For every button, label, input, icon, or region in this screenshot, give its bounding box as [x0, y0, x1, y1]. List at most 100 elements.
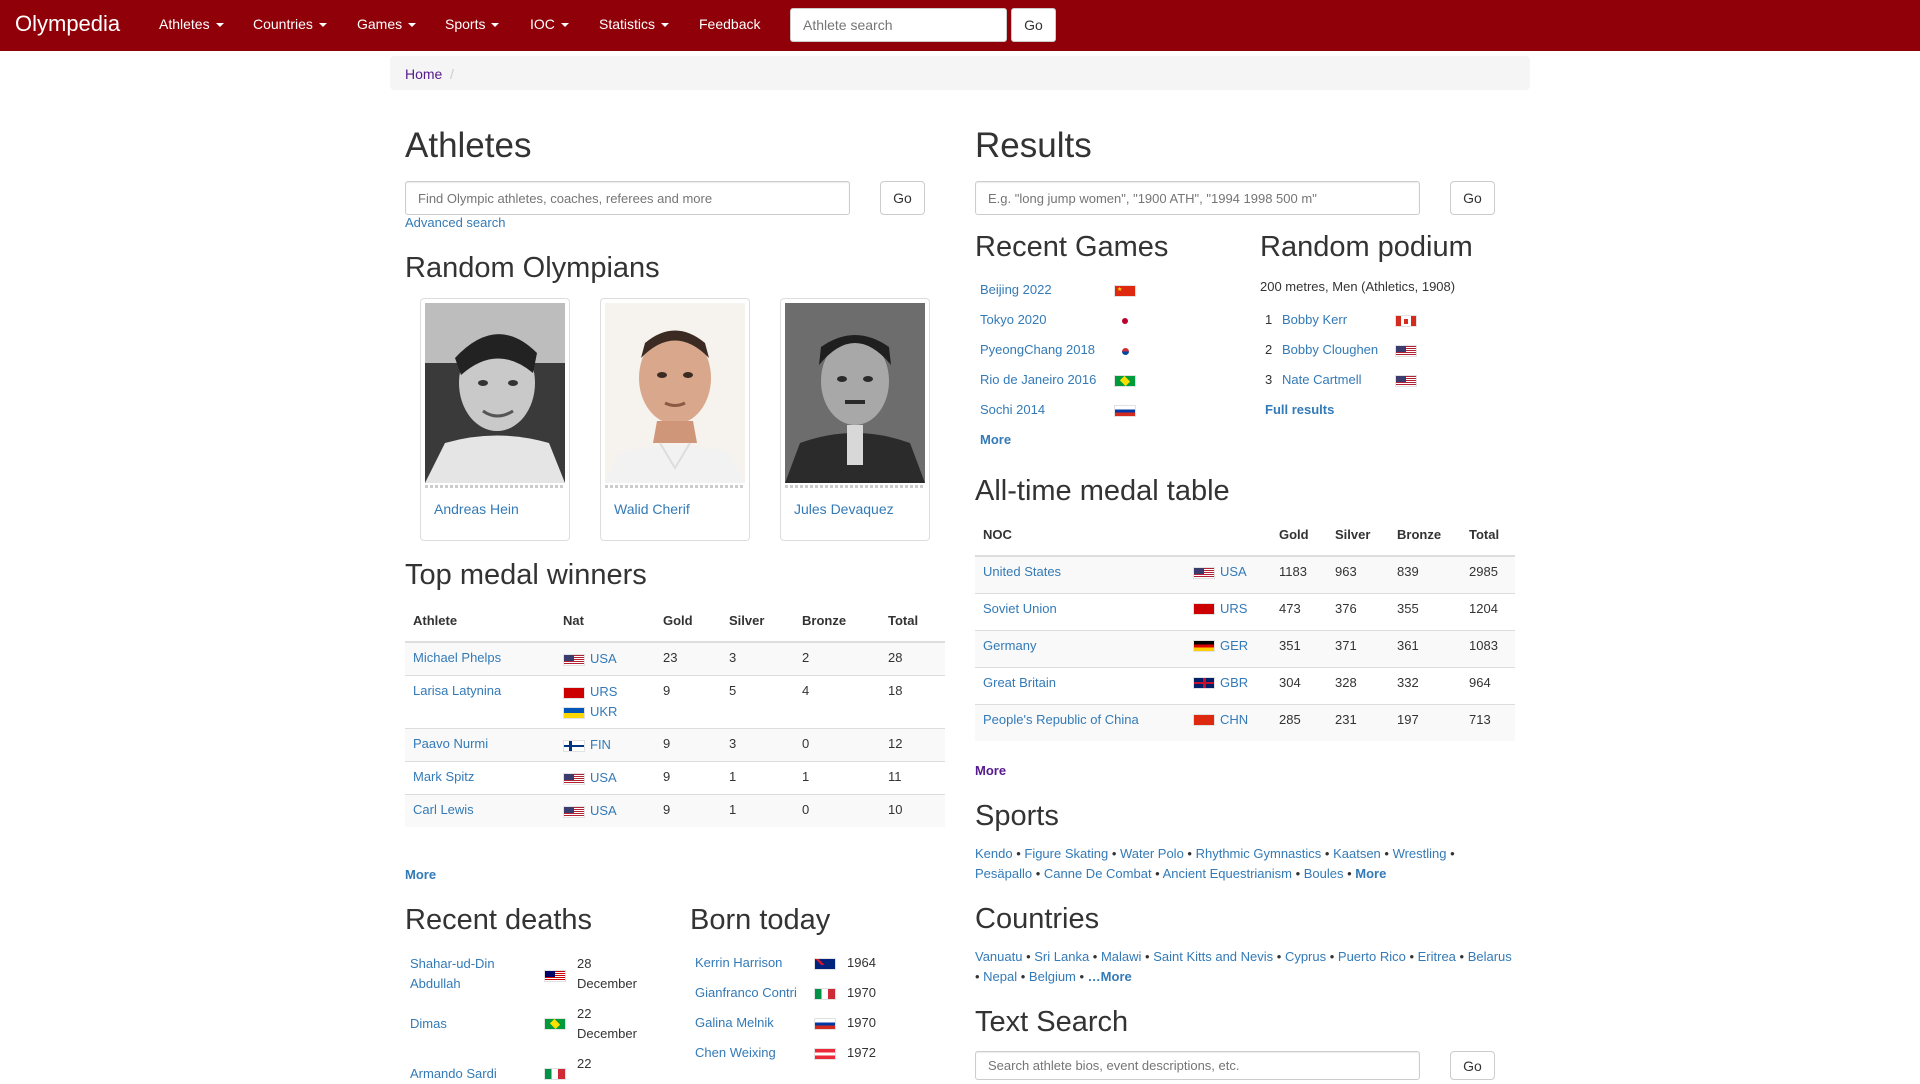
- nav-feedback[interactable]: Feedback: [699, 15, 760, 33]
- noc-code-link[interactable]: GER: [1220, 638, 1248, 653]
- noc-code-link[interactable]: USA: [1220, 564, 1247, 579]
- medal-table-more-link[interactable]: More: [975, 762, 1006, 781]
- recent-death-name-link[interactable]: Armando Sardi: [410, 1064, 497, 1084]
- total-count: 1204: [1461, 592, 1515, 630]
- nat-link[interactable]: UKR: [590, 704, 617, 719]
- athlete-photo[interactable]: [785, 303, 925, 483]
- athlete-link[interactable]: Michael Phelps: [413, 650, 501, 665]
- photo-credit-caption: [605, 485, 745, 488]
- olympian-name-link[interactable]: Andreas Hein: [434, 499, 519, 519]
- born-today-name-link[interactable]: Kerrin Harrison: [695, 954, 782, 973]
- sports-more-link[interactable]: More: [1355, 866, 1386, 881]
- nav-sports[interactable]: Sports: [445, 15, 500, 33]
- country-link[interactable]: Eritrea: [1418, 949, 1456, 964]
- noc-code-link[interactable]: GBR: [1220, 675, 1248, 690]
- recent-death-name-link[interactable]: Shahar-ud-Din Abdullah: [410, 954, 495, 994]
- olympian-name-link[interactable]: Jules Devaquez: [794, 499, 894, 519]
- nat-link[interactable]: URS: [590, 684, 617, 699]
- recent-games-more-link[interactable]: More: [980, 431, 1011, 450]
- brand-logo-link[interactable]: Olympedia: [15, 11, 120, 37]
- athlete-search-input[interactable]: [790, 8, 1007, 42]
- table-row: People's Republic of China CHN 285 231 1…: [975, 703, 1515, 741]
- results-search-input[interactable]: [975, 181, 1420, 215]
- country-link[interactable]: Belarus: [1468, 949, 1512, 964]
- sport-link[interactable]: Ancient Equestrianism: [1163, 866, 1292, 881]
- nav-athletes[interactable]: Athletes: [159, 15, 224, 33]
- nat-link[interactable]: USA: [590, 651, 617, 666]
- advanced-search-link[interactable]: Advanced search: [405, 214, 505, 233]
- olympian-card[interactable]: Jules Devaquez: [780, 298, 930, 541]
- nat-link[interactable]: USA: [590, 803, 617, 818]
- sport-link[interactable]: Canne De Combat: [1044, 866, 1152, 881]
- sport-link[interactable]: Pesäpallo: [975, 866, 1032, 881]
- column-header: NOC: [975, 516, 1185, 557]
- born-today-name-link[interactable]: Gianfranco Contri: [695, 984, 797, 1003]
- noc-link[interactable]: People's Republic of China: [983, 712, 1139, 727]
- athlete-link[interactable]: Paavo Nurmi: [413, 736, 488, 751]
- country-link[interactable]: Cyprus: [1285, 949, 1326, 964]
- olympian-card[interactable]: Andreas Hein: [420, 298, 570, 541]
- usa-flag-icon: [1193, 566, 1215, 579]
- game-link[interactable]: Sochi 2014: [980, 401, 1045, 420]
- breadcrumb-home-link[interactable]: Home: [405, 64, 442, 84]
- noc-code-link[interactable]: URS: [1220, 601, 1247, 616]
- sport-link[interactable]: Kendo: [975, 846, 1013, 861]
- game-link[interactable]: PyeongChang 2018: [980, 341, 1095, 360]
- top-medal-winners-more-link[interactable]: More: [405, 866, 436, 885]
- athlete-search-go-button[interactable]: Go: [1011, 8, 1056, 42]
- podium-athlete-link[interactable]: Bobby Kerr: [1282, 311, 1347, 330]
- sport-link[interactable]: Wrestling: [1393, 846, 1447, 861]
- country-link[interactable]: Vanuatu: [975, 949, 1022, 964]
- born-today-name-link[interactable]: Chen Weixing: [695, 1044, 776, 1063]
- nav-statistics[interactable]: Statistics: [599, 15, 670, 33]
- athlete-link[interactable]: Larisa Latynina: [413, 683, 501, 698]
- athletes-search-input[interactable]: [405, 181, 850, 215]
- noc-link[interactable]: Soviet Union: [983, 601, 1057, 616]
- noc-code-link[interactable]: CHN: [1220, 712, 1248, 727]
- country-link[interactable]: Belgium: [1029, 969, 1076, 984]
- recent-death-name-link[interactable]: Dimas: [410, 1014, 447, 1034]
- sport-link[interactable]: Boules: [1304, 866, 1344, 881]
- sport-link[interactable]: Rhythmic Gymnastics: [1196, 846, 1322, 861]
- nav-games[interactable]: Games: [357, 15, 417, 33]
- sport-link[interactable]: Figure Skating: [1024, 846, 1108, 861]
- nat-link[interactable]: FIN: [590, 737, 611, 752]
- athlete-link[interactable]: Carl Lewis: [413, 802, 474, 817]
- game-link[interactable]: Tokyo 2020: [980, 311, 1047, 330]
- text-search-input[interactable]: [975, 1051, 1420, 1080]
- noc-link[interactable]: Great Britain: [983, 675, 1056, 690]
- podium-athlete-link[interactable]: Nate Cartmell: [1282, 371, 1361, 390]
- noc-link[interactable]: Germany: [983, 638, 1036, 653]
- game-link[interactable]: Rio de Janeiro 2016: [980, 371, 1096, 390]
- nav-ioc[interactable]: IOC: [530, 15, 569, 33]
- gold-count: 285: [1271, 703, 1327, 741]
- countries-more-link[interactable]: …More: [1088, 969, 1132, 984]
- game-link[interactable]: Beijing 2022: [980, 281, 1052, 300]
- nzl-flag-icon: [814, 958, 836, 970]
- athlete-photo[interactable]: [605, 303, 745, 483]
- sport-link[interactable]: Water Polo: [1120, 846, 1184, 861]
- nat-link[interactable]: USA: [590, 770, 617, 785]
- table-row: Paavo Nurmi FIN 9 3 0 12: [405, 728, 945, 762]
- text-search-go-button[interactable]: Go: [1450, 1051, 1495, 1080]
- country-link[interactable]: Saint Kitts and Nevis: [1153, 949, 1273, 964]
- gold-count: 473: [1271, 592, 1327, 630]
- country-link[interactable]: Nepal: [983, 969, 1017, 984]
- olympian-card[interactable]: Walid Cherif: [600, 298, 750, 541]
- born-today-name-link[interactable]: Galina Melnik: [695, 1014, 774, 1033]
- country-link[interactable]: Sri Lanka: [1034, 949, 1089, 964]
- athlete-link[interactable]: Mark Spitz: [413, 769, 474, 784]
- china-flag-icon: [1193, 714, 1215, 727]
- olympian-name-link[interactable]: Walid Cherif: [614, 499, 690, 519]
- noc-link[interactable]: United States: [983, 564, 1061, 579]
- podium-athlete-link[interactable]: Bobby Cloughen: [1282, 341, 1378, 360]
- athletes-search-go-button[interactable]: Go: [880, 181, 925, 215]
- nav-countries[interactable]: Countries: [253, 15, 327, 33]
- sport-link[interactable]: Kaatsen: [1333, 846, 1381, 861]
- country-link[interactable]: Malawi: [1101, 949, 1141, 964]
- results-search-go-button[interactable]: Go: [1450, 181, 1495, 215]
- athlete-photo[interactable]: [425, 303, 565, 483]
- full-results-link[interactable]: Full results: [1265, 401, 1334, 420]
- country-link[interactable]: Puerto Rico: [1338, 949, 1406, 964]
- athletes-heading: Athletes: [405, 126, 532, 165]
